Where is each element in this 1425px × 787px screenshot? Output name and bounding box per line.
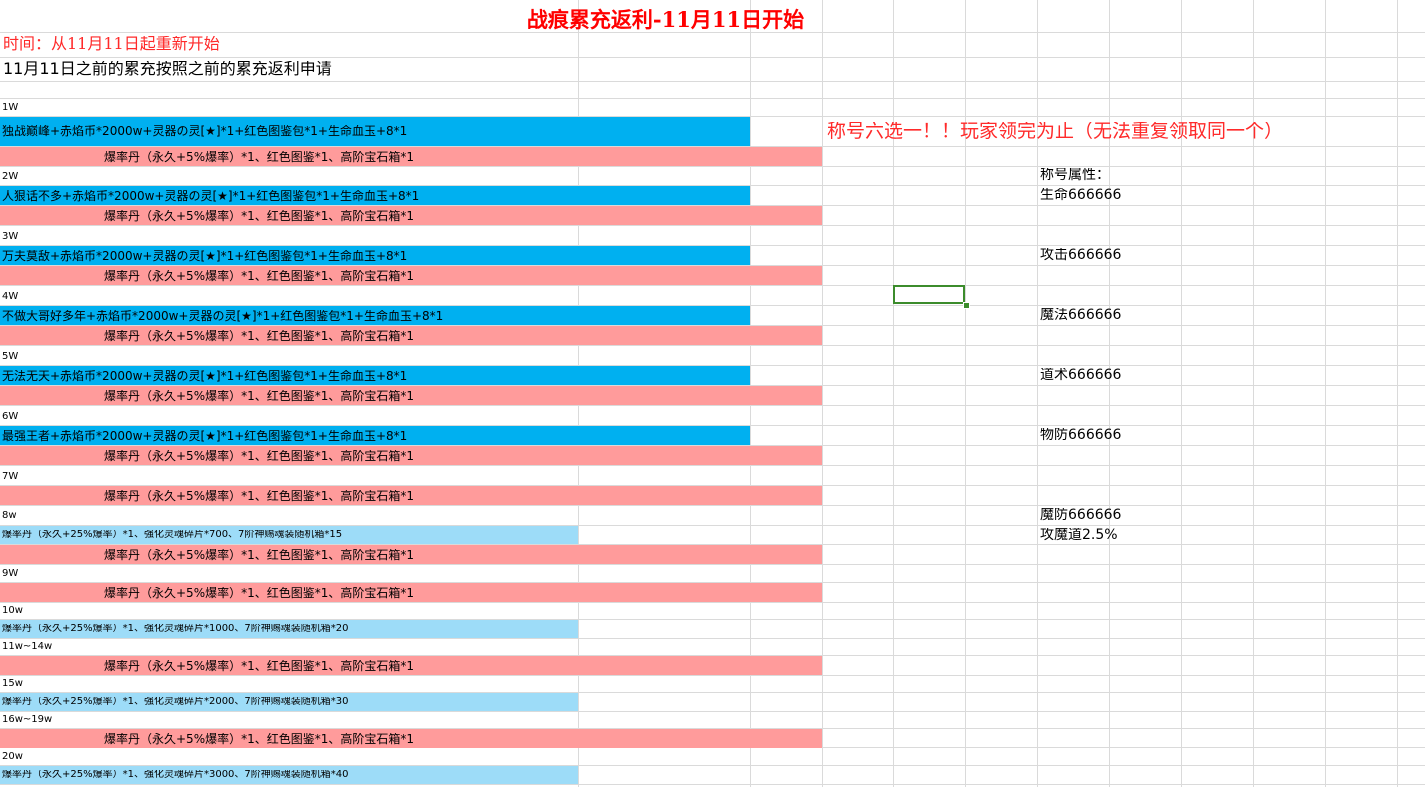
- tier-reward-secondary[interactable]: 爆率丹（永久+5%爆率）*1、红色图鉴*1、高阶宝石箱*1: [0, 583, 822, 602]
- reward-text: 爆率丹（永久+5%爆率）*1、红色图鉴*1、高阶宝石箱*1: [104, 270, 414, 282]
- fill-handle[interactable]: [963, 302, 970, 309]
- tier-label: 1W: [2, 103, 19, 113]
- tier-reward-primary[interactable]: 爆率丹（永久+25%爆率）*1、强化灵魂碎片*2000、7阶神赐魂装随机箱*30: [0, 693, 578, 711]
- attr-atk-magic-tao: 攻魔道2.5%: [1040, 528, 1118, 542]
- reward-text: 不做大哥好多年+赤焰币*2000w+灵器の灵[★]*1+红色图鉴包*1+生命血玉…: [2, 310, 444, 322]
- tier-reward-primary[interactable]: 无法无天+赤焰币*2000w+灵器の灵[★]*1+红色图鉴包*1+生命血玉+8*…: [0, 366, 750, 385]
- tier-reward-primary[interactable]: 独战巅峰+赤焰币*2000w+灵器の灵[★]*1+红色图鉴包*1+生命血玉+8*…: [0, 117, 750, 146]
- tier-reward-secondary[interactable]: 爆率丹（永久+5%爆率）*1、红色图鉴*1、高阶宝石箱*1: [0, 545, 822, 564]
- tier-label: 3W: [2, 232, 19, 242]
- reward-text: 爆率丹（永久+5%爆率）*1、红色图鉴*1、高阶宝石箱*1: [104, 733, 414, 745]
- tier-label: 16w~19w: [2, 715, 53, 725]
- tier-label: 10w: [2, 606, 23, 616]
- tier-label: 8w: [2, 511, 17, 521]
- tier-label: 9W: [2, 569, 19, 579]
- reward-text: 无法无天+赤焰币*2000w+灵器の灵[★]*1+红色图鉴包*1+生命血玉+8*…: [2, 370, 408, 382]
- reward-text: 爆率丹（永久+5%爆率）*1、红色图鉴*1、高阶宝石箱*1: [104, 330, 414, 342]
- attr-magic: 魔法666666: [1040, 308, 1122, 322]
- tier-reward-secondary[interactable]: 爆率丹（永久+5%爆率）*1、红色图鉴*1、高阶宝石箱*1: [0, 147, 822, 166]
- selected-cell[interactable]: [893, 285, 965, 304]
- tier-reward-secondary[interactable]: 爆率丹（永久+5%爆率）*1、红色图鉴*1、高阶宝石箱*1: [0, 486, 822, 505]
- sheet-title: 战痕累充返利-11月11日开始: [526, 7, 805, 32]
- tier-label: 20w: [2, 752, 23, 762]
- attr-life: 生命666666: [1040, 188, 1122, 202]
- tier-reward-secondary[interactable]: 爆率丹（永久+5%爆率）*1、红色图鉴*1、高阶宝石箱*1: [0, 206, 822, 225]
- tier-reward-primary[interactable]: 爆率丹（永久+25%爆率）*1、强化灵魂碎片*1000、7阶神赐魂装随机箱*20: [0, 620, 578, 638]
- tier-reward-secondary[interactable]: 爆率丹（永久+5%爆率）*1、红色图鉴*1、高阶宝石箱*1: [0, 266, 822, 285]
- tier-label: 5W: [2, 352, 19, 362]
- tier-reward-primary[interactable]: 爆率丹（永久+25%爆率）*1、强化灵魂碎片*3000、7阶神赐魂装随机箱*40: [0, 766, 578, 784]
- tier-label: 7W: [2, 472, 19, 482]
- reward-text: 爆率丹（永久+5%爆率）*1、红色图鉴*1、高阶宝石箱*1: [104, 390, 414, 402]
- note-line: 11月11日之前的累充按照之前的累充返利申请: [3, 61, 332, 77]
- tier-label: 2W: [2, 172, 19, 182]
- reward-text: 爆率丹（永久+5%爆率）*1、红色图鉴*1、高阶宝石箱*1: [104, 490, 414, 502]
- reward-text: 爆率丹（永久+5%爆率）*1、红色图鉴*1、高阶宝石箱*1: [104, 660, 414, 672]
- tier-reward-primary[interactable]: 不做大哥好多年+赤焰币*2000w+灵器の灵[★]*1+红色图鉴包*1+生命血玉…: [0, 306, 750, 325]
- reward-text: 万夫莫敌+赤焰币*2000w+灵器の灵[★]*1+红色图鉴包*1+生命血玉+8*…: [2, 250, 408, 262]
- title-choice-note: 称号六选一！！玩家领完为止（无法重复领取同一个）: [827, 122, 1284, 141]
- tier-reward-primary[interactable]: 万夫莫敌+赤焰币*2000w+灵器の灵[★]*1+红色图鉴包*1+生命血玉+8*…: [0, 246, 750, 265]
- reward-text: 爆率丹（永久+25%爆率）*1、强化灵魂碎片*700、7阶神赐魂装随机箱*15: [2, 530, 343, 540]
- tier-reward-secondary[interactable]: 爆率丹（永久+5%爆率）*1、红色图鉴*1、高阶宝石箱*1: [0, 656, 822, 675]
- reward-text: 独战巅峰+赤焰币*2000w+灵器の灵[★]*1+红色图鉴包*1+生命血玉+8*…: [2, 125, 408, 137]
- attr-header: 称号属性：: [1040, 168, 1110, 182]
- tier-label: 15w: [2, 679, 23, 689]
- reward-text: 爆率丹（永久+5%爆率）*1、红色图鉴*1、高阶宝石箱*1: [104, 210, 414, 222]
- attr-magic-def: 魔防666666: [1040, 508, 1122, 522]
- reward-text: 爆率丹（永久+25%爆率）*1、强化灵魂碎片*2000、7阶神赐魂装随机箱*30: [2, 697, 349, 707]
- tier-reward-primary[interactable]: 人狠话不多+赤焰币*2000w+灵器の灵[★]*1+红色图鉴包*1+生命血玉+8…: [0, 186, 750, 205]
- tier-reward-secondary[interactable]: 爆率丹（永久+5%爆率）*1、红色图鉴*1、高阶宝石箱*1: [0, 386, 822, 405]
- reward-text: 爆率丹（永久+25%爆率）*1、强化灵魂碎片*3000、7阶神赐魂装随机箱*40: [2, 770, 349, 780]
- reward-text: 爆率丹（永久+5%爆率）*1、红色图鉴*1、高阶宝石箱*1: [104, 450, 414, 462]
- reward-text: 爆率丹（永久+5%爆率）*1、红色图鉴*1、高阶宝石箱*1: [104, 151, 414, 163]
- reward-text: 最强王者+赤焰币*2000w+灵器の灵[★]*1+红色图鉴包*1+生命血玉+8*…: [2, 430, 408, 442]
- reward-text: 人狠话不多+赤焰币*2000w+灵器の灵[★]*1+红色图鉴包*1+生命血玉+8…: [2, 190, 420, 202]
- tier-reward-secondary[interactable]: 爆率丹（永久+5%爆率）*1、红色图鉴*1、高阶宝石箱*1: [0, 446, 822, 465]
- time-line: 时间：从11月11日起重新开始: [3, 36, 220, 52]
- tier-reward-secondary[interactable]: 爆率丹（永久+5%爆率）*1、红色图鉴*1、高阶宝石箱*1: [0, 326, 822, 345]
- tier-label: 6W: [2, 412, 19, 422]
- attr-attack: 攻击666666: [1040, 248, 1122, 262]
- reward-text: 爆率丹（永久+5%爆率）*1、红色图鉴*1、高阶宝石箱*1: [104, 587, 414, 599]
- attr-taoism: 道术666666: [1040, 368, 1122, 382]
- tier-reward-primary[interactable]: 爆率丹（永久+25%爆率）*1、强化灵魂碎片*700、7阶神赐魂装随机箱*15: [0, 526, 578, 544]
- tier-label: 4W: [2, 292, 19, 302]
- attr-phys-def: 物防666666: [1040, 428, 1122, 442]
- tier-reward-secondary[interactable]: 爆率丹（永久+5%爆率）*1、红色图鉴*1、高阶宝石箱*1: [0, 729, 822, 748]
- reward-text: 爆率丹（永久+5%爆率）*1、红色图鉴*1、高阶宝石箱*1: [104, 549, 414, 561]
- tier-reward-primary[interactable]: 最强王者+赤焰币*2000w+灵器の灵[★]*1+红色图鉴包*1+生命血玉+8*…: [0, 426, 750, 445]
- reward-text: 爆率丹（永久+25%爆率）*1、强化灵魂碎片*1000、7阶神赐魂装随机箱*20: [2, 624, 349, 634]
- tier-label: 11w~14w: [2, 642, 53, 652]
